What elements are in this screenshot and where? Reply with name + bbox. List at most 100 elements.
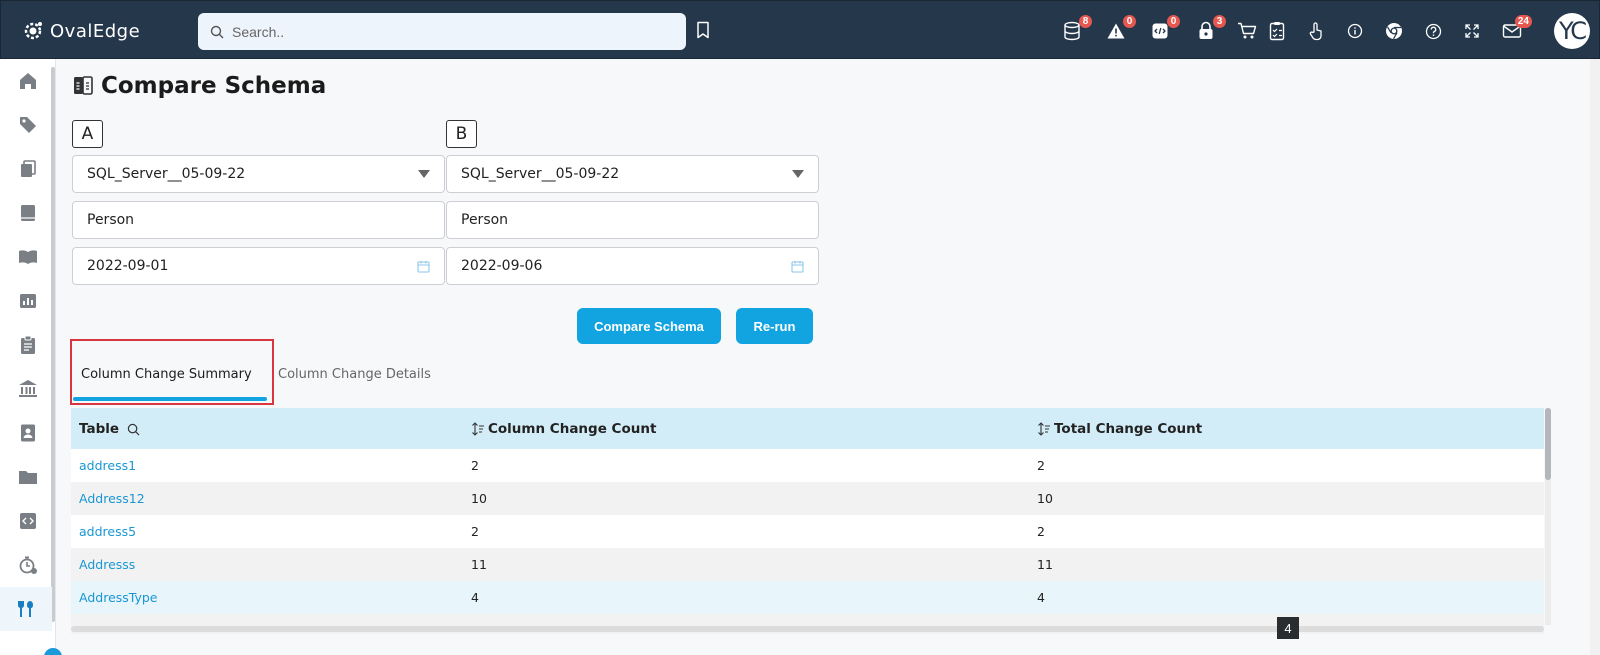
sidebar-item-governance[interactable]: [16, 377, 40, 401]
lock-badge: 3: [1213, 15, 1226, 28]
search-input[interactable]: [232, 23, 652, 40]
touch-icon[interactable]: [1304, 19, 1328, 43]
tools-icon: [18, 601, 33, 617]
sidebar-scrollbar[interactable]: [51, 67, 55, 622]
column-header-total-change-count-label: Total Change Count: [1054, 421, 1203, 437]
rerun-button[interactable]: Re-run: [736, 308, 813, 344]
lock-icon[interactable]: 3: [1194, 15, 1226, 43]
page-title: Compare Schema: [101, 73, 327, 99]
scrollbar-thumb[interactable]: [1545, 408, 1551, 480]
table-row[interactable]: address5 2 2: [71, 515, 1544, 548]
brand-name: OvalEdge: [50, 20, 141, 42]
main-content: Compare Schema A SQL_Server__05-09-22 Pe…: [57, 59, 1600, 655]
sidebar-item-tasks[interactable]: [16, 333, 40, 357]
top-bar: OvalEdge 8 0 0 3: [0, 0, 1600, 59]
documents-icon: [21, 160, 36, 177]
column-change-summary-table: Table Column Change Count Total Change C…: [71, 408, 1544, 634]
mail-icon[interactable]: 24: [1500, 15, 1532, 43]
total-change-count: 2: [1037, 458, 1045, 473]
table-row[interactable]: Addresss 11 11: [71, 548, 1544, 581]
bank-icon: [19, 380, 37, 397]
chrome-icon[interactable]: [1382, 19, 1406, 43]
page-header: Compare Schema: [73, 73, 326, 99]
sidebar-item-tags[interactable]: [16, 113, 40, 137]
schema-a-connection-select[interactable]: SQL_Server__05-09-22: [72, 155, 445, 193]
clipboard-icon: [21, 335, 35, 354]
total-change-count: 4: [1037, 590, 1045, 605]
sidebar-item-catalog[interactable]: [16, 245, 40, 269]
sidebar-item-documents[interactable]: [16, 157, 40, 181]
column-change-count: 10: [471, 491, 487, 506]
schema-b-connection-select[interactable]: SQL_Server__05-09-22: [446, 155, 819, 193]
alert-badge: 0: [1123, 15, 1136, 28]
schema-a-schema-value: Person: [87, 212, 135, 228]
table-name-link[interactable]: Addresss: [79, 557, 135, 572]
tag-icon: [20, 117, 36, 133]
sort-icon[interactable]: [471, 422, 485, 436]
schema-a-schema-field[interactable]: Person: [72, 201, 445, 239]
chevron-down-icon: [418, 170, 430, 178]
report-icon: [20, 294, 36, 308]
column-header-column-change-count[interactable]: Column Change Count: [471, 421, 656, 437]
database-badge: 8: [1079, 15, 1092, 28]
table-name-link[interactable]: AddressType: [79, 590, 158, 605]
sidebar-item-query[interactable]: [16, 509, 40, 533]
expand-icon[interactable]: [1460, 19, 1484, 43]
sidebar-item-tools[interactable]: [0, 587, 52, 631]
tab-column-change-details[interactable]: Column Change Details: [278, 367, 431, 382]
sidebar-item-contacts[interactable]: [16, 421, 40, 445]
tab-column-change-summary[interactable]: Column Change Summary: [81, 367, 252, 382]
code-task-icon[interactable]: 0: [1148, 15, 1180, 43]
cart-icon[interactable]: [1235, 19, 1259, 43]
table-row[interactable]: address1 2 2: [71, 449, 1544, 482]
table-name-link[interactable]: address1: [79, 458, 136, 473]
compare-schema-button[interactable]: Compare Schema: [577, 308, 721, 344]
sidebar-item-files[interactable]: [16, 465, 40, 489]
total-change-count: 2: [1037, 524, 1045, 539]
open-book-icon: [19, 250, 37, 264]
database-icon[interactable]: 8: [1060, 15, 1092, 43]
column-header-column-change-count-label: Column Change Count: [488, 421, 657, 437]
schema-a-connection-value: SQL_Server__05-09-22: [87, 166, 246, 182]
global-search[interactable]: [198, 13, 686, 50]
help-icon[interactable]: [1421, 19, 1445, 43]
schema-b-schema-value: Person: [461, 212, 509, 228]
chevron-down-icon: [792, 170, 804, 178]
table-vertical-scrollbar[interactable]: [1545, 408, 1551, 625]
search-icon[interactable]: [127, 423, 140, 436]
info-icon[interactable]: [1343, 19, 1367, 43]
user-avatar[interactable]: YC: [1554, 13, 1590, 49]
column-header-table-label: Table: [79, 421, 120, 437]
schema-b-schema-field[interactable]: Person: [446, 201, 819, 239]
schema-a-date-value: 2022-09-01: [87, 258, 169, 274]
alert-icon[interactable]: 0: [1104, 15, 1136, 43]
schema-b-connection-value: SQL_Server__05-09-22: [461, 166, 620, 182]
checklist-icon[interactable]: [1265, 19, 1289, 43]
table-row[interactable]: AddressType 4 4: [71, 581, 1544, 614]
left-sidebar: [0, 59, 62, 655]
total-change-count: 10: [1037, 491, 1053, 506]
sort-icon[interactable]: [1037, 422, 1051, 436]
search-icon: [210, 25, 224, 38]
schema-a-date-field[interactable]: 2022-09-01: [72, 247, 445, 285]
table-horizontal-scrollbar[interactable]: [71, 626, 1544, 632]
active-tab-indicator: [73, 397, 267, 401]
bookmark-icon[interactable]: [695, 21, 711, 44]
ovaledge-logo[interactable]: OvalEdge: [21, 17, 140, 45]
page-scrollbar[interactable]: [1590, 59, 1600, 655]
table-header: Table Column Change Count Total Change C…: [71, 408, 1544, 449]
table-name-link[interactable]: address5: [79, 524, 136, 539]
page-number-badge: 4: [1277, 617, 1299, 639]
sidebar-item-home[interactable]: [16, 69, 40, 93]
sidebar-item-reports[interactable]: [16, 289, 40, 313]
column-header-total-change-count[interactable]: Total Change Count: [1037, 421, 1202, 437]
column-header-table[interactable]: Table: [79, 421, 140, 437]
calendar-icon[interactable]: [417, 260, 430, 273]
schema-b-date-field[interactable]: 2022-09-06: [446, 247, 819, 285]
sidebar-item-jobs[interactable]: [16, 553, 40, 577]
table-name-link[interactable]: Address12: [79, 491, 145, 506]
table-row[interactable]: Address12 10 10: [71, 482, 1544, 515]
sidebar-item-glossary[interactable]: [16, 201, 40, 225]
calendar-icon[interactable]: [791, 260, 804, 273]
code-task-badge: 0: [1167, 15, 1180, 28]
